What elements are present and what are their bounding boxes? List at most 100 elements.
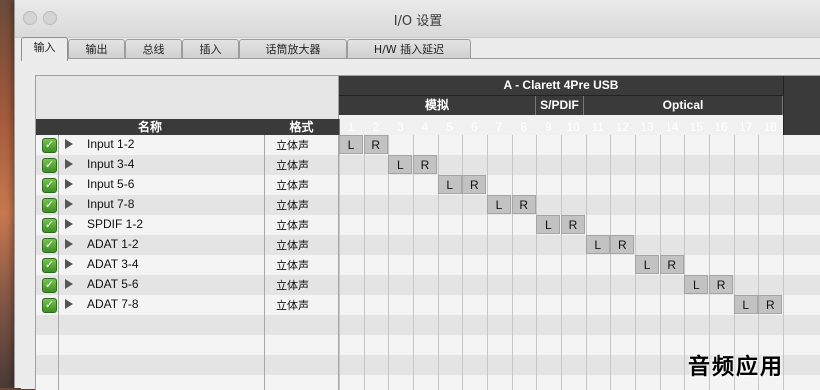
path-name[interactable]: ADAT 7-8 xyxy=(87,297,139,311)
enable-checkbox[interactable]: ✓ xyxy=(42,258,57,273)
path-format[interactable]: 立体声 xyxy=(276,297,309,313)
path-format[interactable]: 立体声 xyxy=(276,257,309,273)
tab-hw-insert-delay[interactable]: H/W 插入延迟 xyxy=(347,39,471,59)
path-name[interactable]: ADAT 1-2 xyxy=(87,237,139,251)
group-analog: 模拟 xyxy=(339,96,536,115)
channel-numbers: 1 2 3 4 5 6 7 8 9 10 11 12 13 14 15 16 17 18 xyxy=(339,116,783,136)
header-blank xyxy=(36,76,339,119)
enable-checkbox[interactable]: ✓ xyxy=(42,298,57,313)
table-row[interactable]: ✓ Input 7-8 立体声 xyxy=(36,195,820,215)
expand-triangle-icon[interactable] xyxy=(65,299,73,309)
channel-number-12: 12 xyxy=(615,120,630,134)
path-name[interactable]: Input 3-4 xyxy=(87,157,134,171)
channel-assignment-left[interactable]: L xyxy=(684,275,709,294)
tab-panel: A - Clarett 4Pre USB 模拟 S/PDIF Optical 名… xyxy=(21,58,820,390)
channel-assignment-left[interactable]: L xyxy=(388,155,413,174)
path-format[interactable]: 立体声 xyxy=(276,177,309,193)
enable-checkbox[interactable]: ✓ xyxy=(42,238,57,253)
path-name[interactable]: ADAT 3-4 xyxy=(87,257,139,271)
group-spdif: S/PDIF xyxy=(536,96,584,115)
path-format[interactable]: 立体声 xyxy=(276,237,309,253)
path-name[interactable]: Input 5-6 xyxy=(87,177,134,191)
column-name-header: 名称 xyxy=(36,119,265,136)
enable-checkbox[interactable]: ✓ xyxy=(42,218,57,233)
column-separator xyxy=(536,135,537,390)
path-format[interactable]: 立体声 xyxy=(276,137,309,153)
title-bar: I/O 设置 xyxy=(15,0,820,38)
expand-triangle-icon[interactable] xyxy=(65,239,73,249)
expand-triangle-icon[interactable] xyxy=(65,179,73,189)
channel-assignment-right[interactable]: R xyxy=(511,195,536,214)
path-format[interactable]: 立体声 xyxy=(276,217,309,233)
header-filler xyxy=(783,76,820,135)
expand-triangle-icon[interactable] xyxy=(65,279,73,289)
channel-number-15: 15 xyxy=(689,120,704,134)
channel-assignment-left[interactable]: L xyxy=(635,255,660,274)
channel-assignment-right[interactable]: R xyxy=(462,175,487,194)
channel-assignment-right[interactable]: R xyxy=(709,275,734,294)
channel-number-16: 16 xyxy=(714,120,728,134)
channel-assignment-right[interactable]: R xyxy=(659,255,684,274)
channel-number-14: 14 xyxy=(665,120,679,134)
channel-assignment-right[interactable]: R xyxy=(561,215,586,234)
tab-bus[interactable]: 总线 xyxy=(125,39,182,59)
enable-checkbox[interactable]: ✓ xyxy=(42,178,57,193)
channel-assignment-right[interactable]: R xyxy=(610,235,635,254)
column-separator xyxy=(339,135,340,390)
column-format-header: 格式 xyxy=(264,119,340,136)
device-header: A - Clarett 4Pre USB xyxy=(339,76,783,96)
path-name[interactable]: SPDIF 1-2 xyxy=(87,217,143,231)
channel-number-17: 17 xyxy=(739,120,753,134)
path-format[interactable]: 立体声 xyxy=(276,197,309,213)
tab-output[interactable]: 输出 xyxy=(68,39,125,59)
column-separator xyxy=(364,135,365,390)
channel-assignment-left[interactable]: L xyxy=(339,135,363,154)
channel-assignment-right[interactable]: R xyxy=(363,135,388,154)
column-separator xyxy=(58,135,59,390)
channel-assignment-left[interactable]: L xyxy=(437,175,462,194)
table-row[interactable]: ✓ ADAT 1-2 立体声 xyxy=(36,235,820,255)
expand-triangle-icon[interactable] xyxy=(65,259,73,269)
expand-triangle-icon[interactable] xyxy=(65,219,73,229)
tab-mic-preamp[interactable]: 话筒放大器 xyxy=(239,39,347,59)
table-row[interactable]: ✓ SPDIF 1-2 立体声 xyxy=(36,215,820,235)
path-format[interactable]: 立体声 xyxy=(276,157,309,173)
channel-assignment-left[interactable]: L xyxy=(585,235,610,254)
channel-assignment-left[interactable]: L xyxy=(487,195,512,214)
channel-number-18: 18 xyxy=(763,120,778,134)
expand-triangle-icon[interactable] xyxy=(65,159,73,169)
path-name[interactable]: Input 7-8 xyxy=(87,197,134,211)
column-separator xyxy=(264,135,265,390)
tab-insert[interactable]: 插入 xyxy=(182,39,239,59)
enable-checkbox[interactable]: ✓ xyxy=(42,138,57,153)
table-row[interactable]: ✓ ADAT 7-8 立体声 xyxy=(36,295,820,315)
table-row[interactable]: ✓ ADAT 3-4 立体声 xyxy=(36,255,820,275)
channel-assignment-right[interactable]: R xyxy=(758,295,783,314)
io-grid: A - Clarett 4Pre USB 模拟 S/PDIF Optical 名… xyxy=(35,75,820,390)
column-separator xyxy=(462,135,463,390)
channel-number-6: 6 xyxy=(471,120,478,134)
expand-triangle-icon[interactable] xyxy=(65,199,73,209)
enable-checkbox[interactable]: ✓ xyxy=(42,198,57,213)
path-name[interactable]: ADAT 5-6 xyxy=(87,277,139,291)
path-format[interactable]: 立体声 xyxy=(276,277,309,293)
column-separator xyxy=(512,135,513,390)
channel-assignment-left[interactable]: L xyxy=(733,295,758,314)
table-row[interactable]: ✓ Input 5-6 立体声 xyxy=(36,175,820,195)
channel-number-13: 13 xyxy=(640,120,654,134)
enable-checkbox[interactable]: ✓ xyxy=(42,278,57,293)
channel-number-5: 5 xyxy=(446,120,454,134)
group-optical: Optical xyxy=(584,96,783,115)
channel-assignment-right[interactable]: R xyxy=(413,155,437,174)
expand-triangle-icon[interactable] xyxy=(65,139,73,149)
enable-checkbox[interactable]: ✓ xyxy=(42,158,57,173)
tab-input[interactable]: 输入 xyxy=(21,37,68,61)
column-separator xyxy=(586,135,587,390)
path-name[interactable]: Input 1-2 xyxy=(87,137,134,151)
channel-number-7: 7 xyxy=(495,120,503,134)
channel-assignment-left[interactable]: L xyxy=(536,215,561,234)
table-row[interactable]: ✓ Input 1-2 立体声 xyxy=(36,135,820,155)
channel-number-9: 9 xyxy=(545,120,552,134)
channel-number-8: 8 xyxy=(520,120,528,134)
io-setup-window: I/O 设置 输入 输出 总线 插入 话筒放大器 H/W 插入延迟 A - Cl… xyxy=(14,0,820,390)
